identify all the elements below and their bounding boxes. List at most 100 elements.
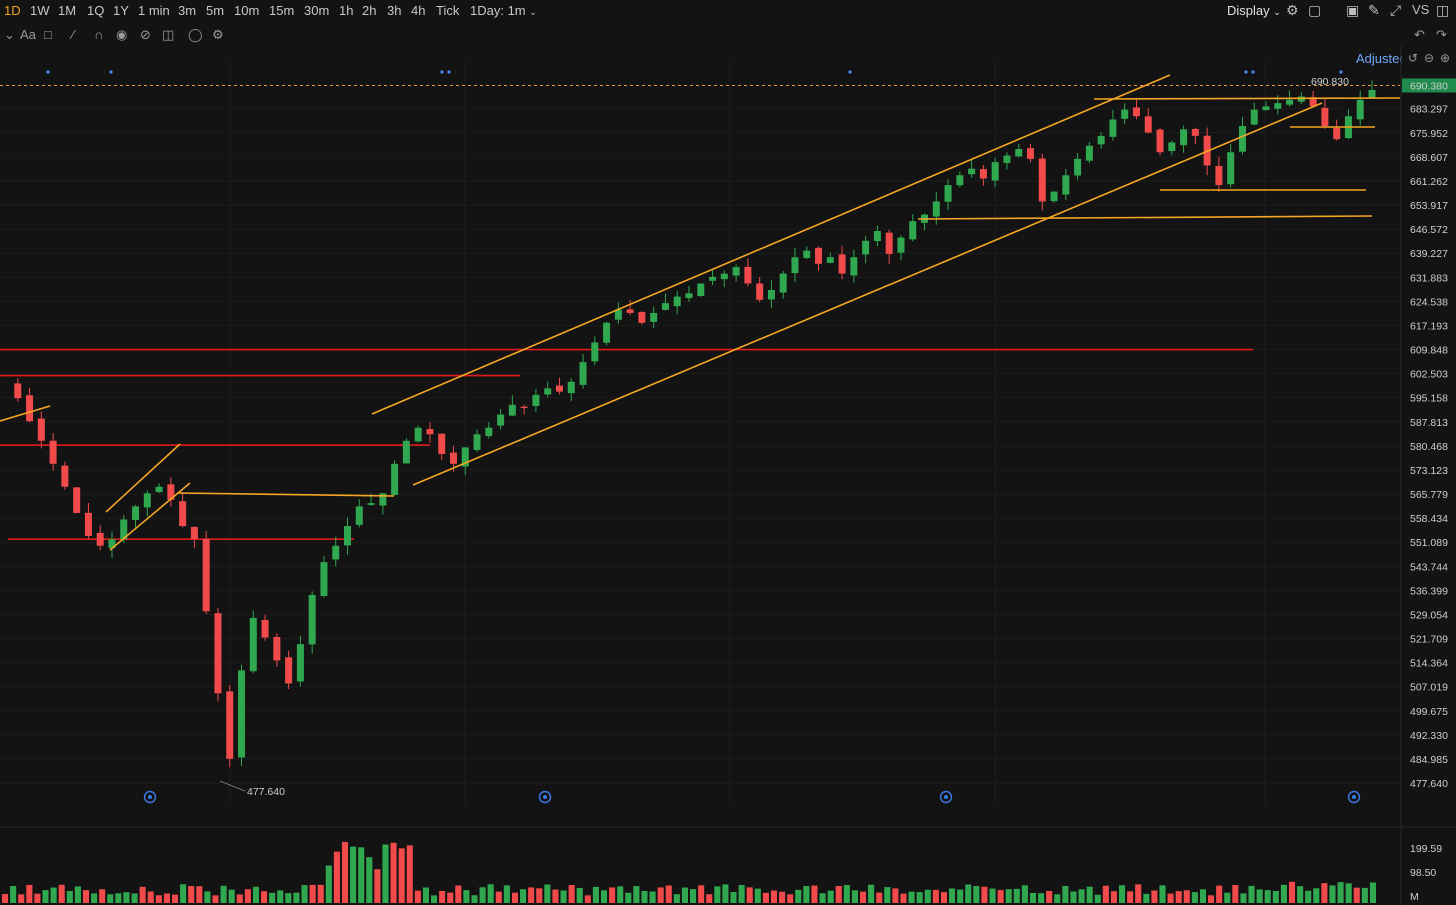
price-tick-label: 646.572	[1410, 224, 1448, 236]
volume-bar	[1321, 883, 1328, 903]
volume-bar	[1086, 886, 1093, 903]
volume-bar	[657, 887, 664, 903]
volume-bar	[1369, 882, 1376, 903]
candle-body	[1321, 107, 1329, 127]
volume-bar	[746, 887, 753, 903]
price-tick-label: 639.227	[1410, 248, 1448, 260]
volume-bar	[374, 869, 381, 903]
candle-body	[1027, 148, 1034, 159]
volume-bar	[819, 893, 826, 903]
candle-body	[1132, 107, 1140, 117]
volume-bar	[2, 894, 9, 903]
volume-bar	[58, 884, 65, 903]
candle-body	[473, 434, 481, 450]
volume-bar	[1102, 885, 1109, 903]
candle-body	[838, 254, 846, 274]
candle-body	[909, 221, 917, 240]
event-marker-dot	[1352, 795, 1356, 799]
volume-bar	[1191, 892, 1198, 903]
candle-body	[508, 404, 516, 416]
price-tick-label: 661.262	[1410, 176, 1448, 188]
candle-body	[1109, 119, 1117, 137]
volume-bar	[868, 884, 875, 903]
volume-bar	[552, 889, 559, 903]
candle-body	[143, 493, 151, 508]
volume-bar	[414, 890, 421, 903]
volume-bar	[269, 892, 276, 903]
volume-bar	[285, 893, 292, 903]
volume-bar	[325, 865, 332, 903]
volume-bar	[252, 886, 260, 903]
candle-body	[179, 501, 187, 527]
volume-bar	[754, 888, 761, 903]
volume-bar	[82, 890, 90, 903]
volume-bar	[932, 889, 939, 903]
candle-body	[1074, 158, 1082, 176]
candle-body	[132, 506, 140, 521]
candle-body	[1085, 145, 1093, 161]
volume-bar	[1183, 890, 1190, 903]
candle-body	[391, 463, 399, 495]
volume-bar	[1159, 885, 1166, 903]
event-marker-dot	[543, 795, 547, 799]
volume-bar	[1248, 885, 1255, 903]
price-chart[interactable]: 683.297 675.952 668.607 661.262 653.917 646.5…	[0, 0, 1456, 905]
volume-bar	[1094, 894, 1101, 903]
volume-bar	[1345, 883, 1352, 903]
candle-body	[320, 562, 328, 596]
volume-bar	[1199, 889, 1207, 903]
candle-body	[226, 691, 234, 759]
volume-bar	[981, 886, 988, 903]
volume-bar	[714, 886, 721, 903]
price-tick-label: 617.193	[1410, 320, 1448, 332]
price-tick-label: 558.434	[1410, 513, 1448, 525]
price-tick-label: 653.917	[1410, 200, 1448, 212]
volume-bar	[333, 851, 340, 903]
price-tick-label: 514.364	[1410, 658, 1448, 670]
candle-body	[661, 303, 669, 310]
candle-body	[767, 290, 775, 300]
volume-bar	[811, 885, 818, 903]
volume-bar	[1361, 887, 1368, 903]
volume-bar	[1078, 889, 1085, 903]
volume-bar	[366, 857, 373, 903]
candle-body	[944, 185, 952, 202]
candle-body	[355, 506, 363, 525]
candle-body	[850, 257, 858, 276]
candle-body	[214, 613, 222, 694]
volume-bar	[358, 847, 365, 903]
event-marker-dot	[944, 795, 948, 799]
volume-bar	[973, 886, 980, 903]
candle-body	[1156, 129, 1164, 153]
volume-bar	[997, 890, 1004, 903]
candle-body	[1238, 126, 1246, 152]
volume-bar	[803, 885, 810, 903]
volume-bar	[406, 845, 413, 903]
volume-bar	[212, 895, 219, 903]
candle-body	[1250, 109, 1258, 125]
candle-body	[332, 545, 340, 560]
candle-body	[1368, 90, 1376, 99]
candle-body	[544, 388, 552, 395]
candle-body	[1286, 99, 1294, 105]
candle-body	[532, 394, 540, 407]
volume-bar	[228, 889, 235, 903]
candle-body	[862, 240, 870, 255]
volume-bar	[91, 893, 98, 903]
candle-body	[744, 266, 752, 284]
volume-bar	[115, 893, 122, 903]
candle-body	[579, 362, 587, 385]
event-dot-marker	[440, 70, 444, 74]
candle-body	[720, 273, 728, 280]
volume-bar	[1280, 884, 1287, 903]
candle-body	[1262, 106, 1270, 111]
volume-bar	[1127, 891, 1134, 903]
candle-body	[285, 657, 293, 684]
candle-body	[779, 273, 787, 293]
volume-bar	[738, 885, 745, 903]
volume-bar	[1256, 889, 1263, 903]
candle-body	[402, 440, 410, 464]
candle-body	[249, 617, 257, 672]
price-tick-label: 499.675	[1410, 706, 1448, 718]
candle-body	[932, 201, 940, 217]
